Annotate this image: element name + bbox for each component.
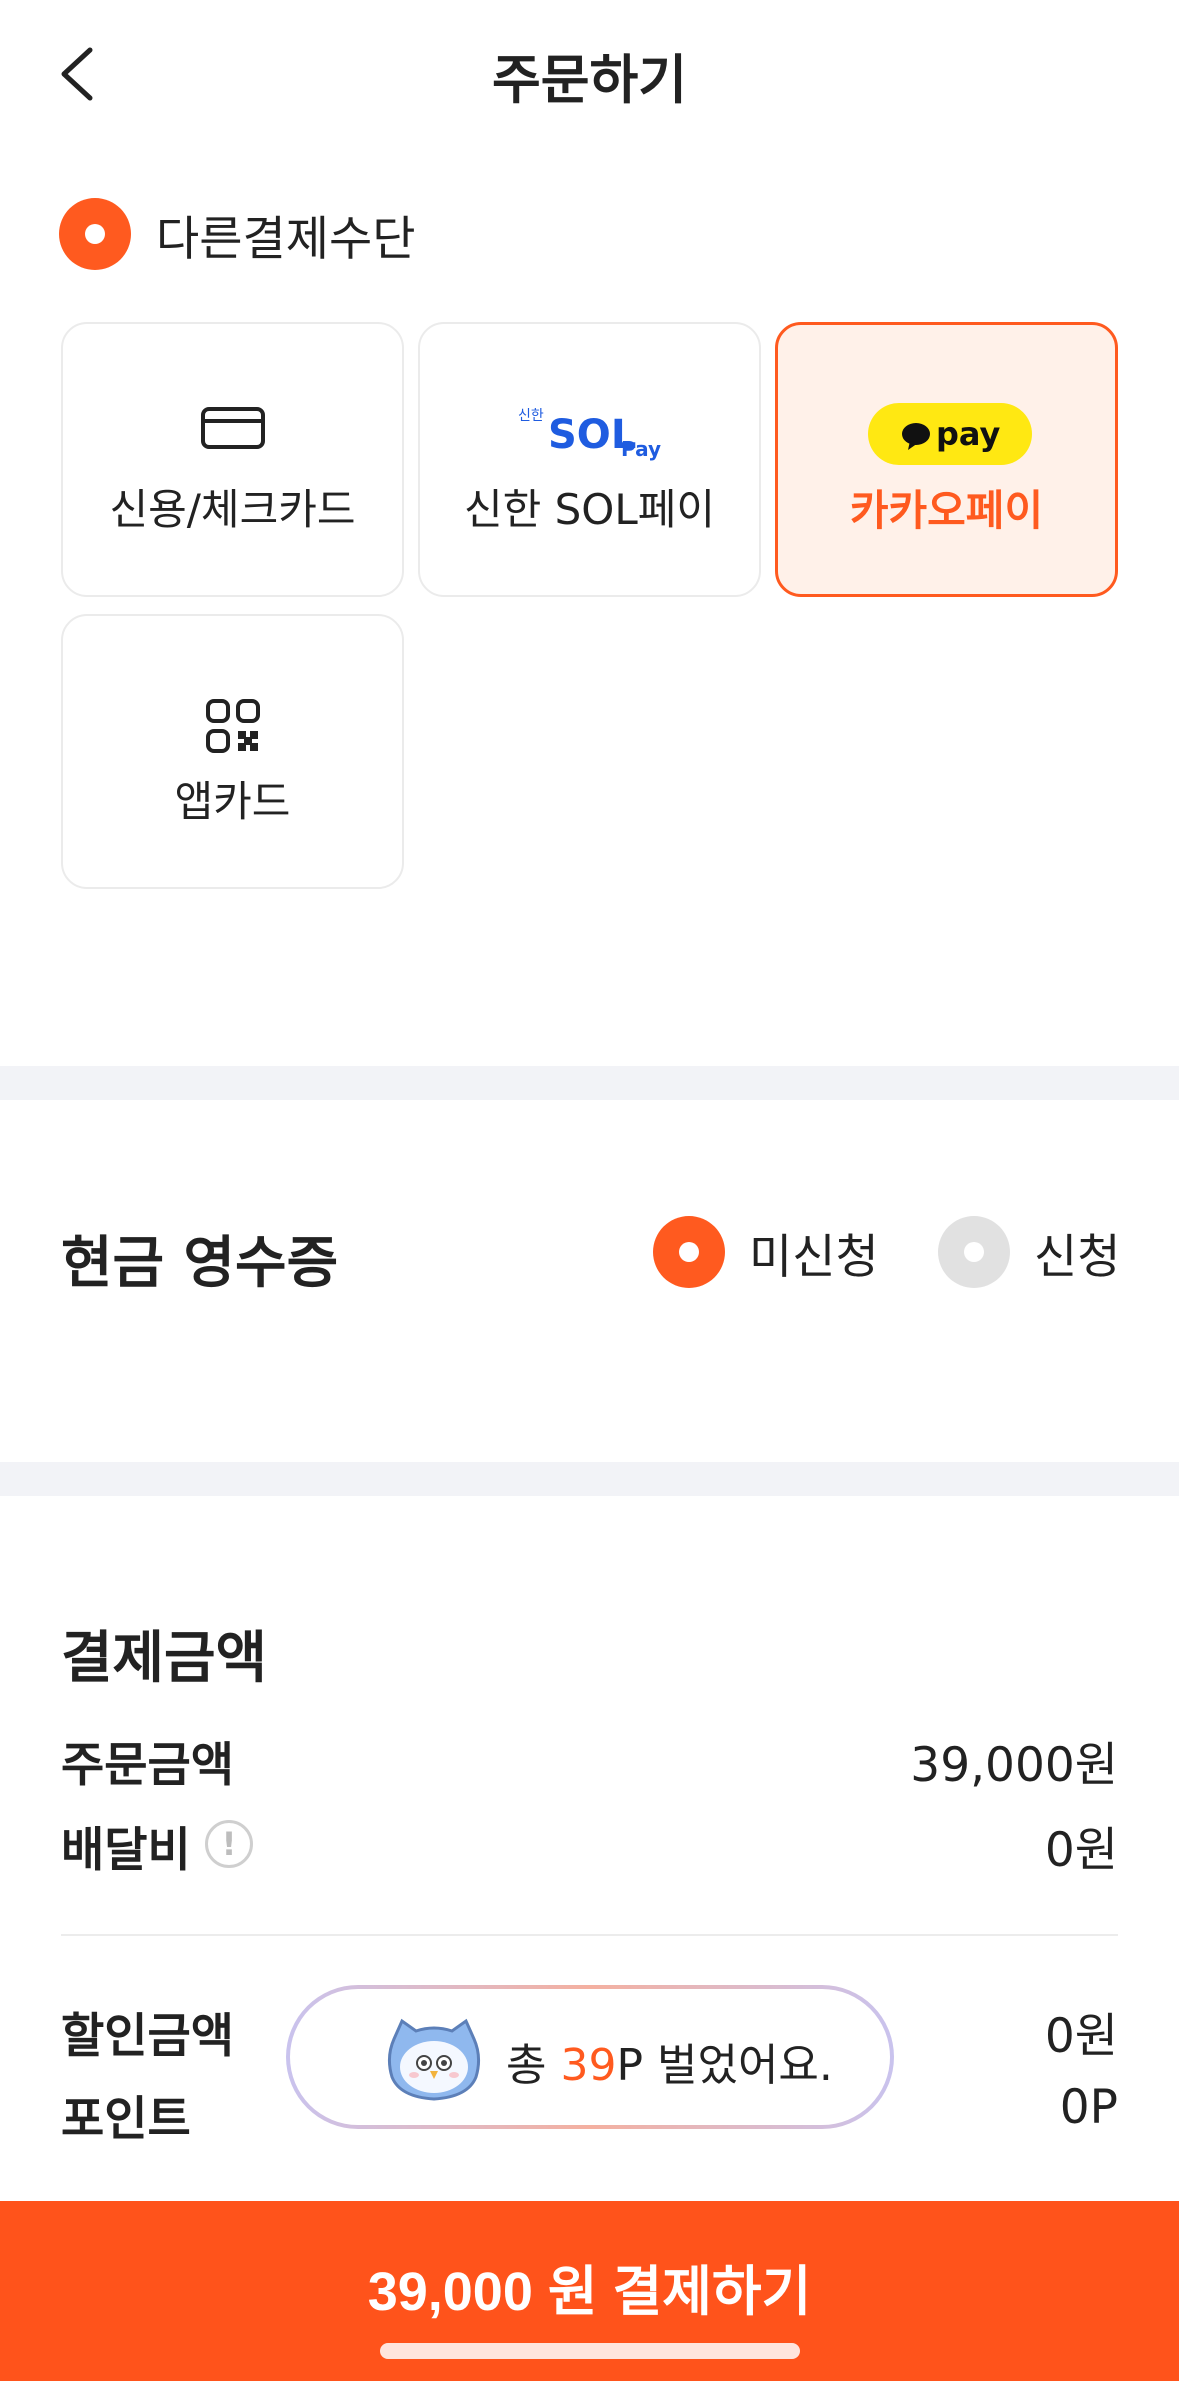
delivery-fee-label: 배달비 [61,1823,191,1878]
points-earned-toast: 총 39P 벌었어요. [286,1985,894,2129]
payment-card-shinhan-sol[interactable]: 신한 SOL Pay 신한 SOL페이 [418,322,761,597]
discount-label: 할인금액 [61,2009,234,2064]
payment-amount-title: 결제금액 [61,1626,268,1691]
info-icon[interactable]: ! [205,1820,253,1868]
payment-card-label: 신용/체크카드 [109,485,356,534]
payment-card-kakaopay[interactable]: pay 카카오페이 [775,322,1118,597]
order-amount-value: 39,000원 [910,1738,1118,1793]
owl-mascot-icon [384,2017,484,2101]
point-label: 포인트 [61,2092,191,2147]
section-divider [0,1462,1179,1496]
pay-button-label: 39,000 원 결제하기 [367,2262,812,2322]
svg-text:pay: pay [936,415,1001,453]
svg-text:Pay: Pay [621,437,661,461]
cash-receipt-apply-radio[interactable] [938,1216,1010,1288]
cash-receipt-title: 현금 영수증 [61,1231,339,1296]
toast-prefix: 총 [506,2040,561,2091]
cash-receipt-not-apply-label[interactable]: 미신청 [749,1218,879,1287]
other-payment-label[interactable]: 다른결제수단 [156,200,415,269]
svg-text:신한: 신한 [518,408,544,424]
credit-card-icon [200,406,266,454]
payment-card-label: 신한 SOL페이 [463,485,716,534]
other-payment-radio[interactable] [59,198,131,270]
order-amount-label: 주문금액 [61,1738,234,1793]
divider-line [61,1934,1118,1936]
page-title: 주문하기 [491,50,688,111]
payment-card-label: 카카오페이 [849,486,1044,535]
app-card-icon [205,698,261,758]
earned-points-value: 39 [560,2040,617,2091]
payment-card-credit[interactable]: 신용/체크카드 [61,322,404,597]
toast-suffix: P 벌었어요. [616,2040,833,2091]
section-divider [0,1066,1179,1100]
points-earned-text: 총 39P 벌었어요. [506,2029,833,2093]
delivery-fee-value: 0원 [1044,1823,1118,1878]
header: 주문하기 [0,0,1179,150]
payment-card-label: 앱카드 [174,777,291,826]
point-value: 0P [1059,2080,1118,2135]
shinhan-sol-pay-logo: 신한 SOL Pay [518,402,668,462]
cash-receipt-apply-label[interactable]: 신청 [1034,1218,1120,1287]
home-indicator [380,2343,800,2359]
kakaopay-logo: pay [868,403,1032,465]
discount-value: 0원 [1044,2009,1118,2064]
payment-card-appcard[interactable]: 앱카드 [61,614,404,889]
cash-receipt-not-apply-radio[interactable] [653,1216,725,1288]
